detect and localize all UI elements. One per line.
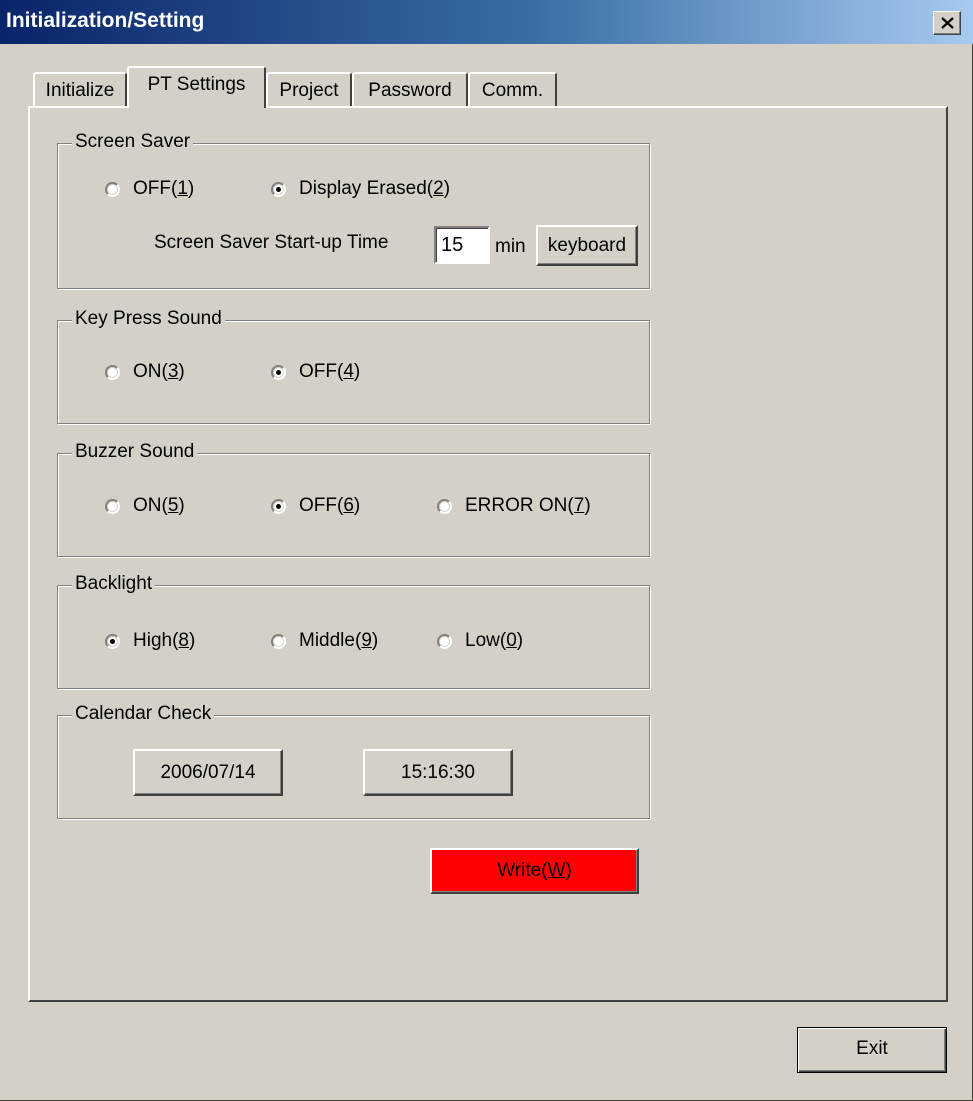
screen-saver-display-erased-radio[interactable]: Display Erased(2) xyxy=(271,178,450,200)
close-button[interactable] xyxy=(933,11,961,35)
date-button[interactable]: 2006/07/14 xyxy=(133,749,283,796)
buzzer-sound-error-on-radio[interactable]: ERROR ON(7) xyxy=(437,495,591,517)
screen-saver-group: Screen Saver OFF(1) Display Erased(2) Sc… xyxy=(57,131,650,289)
tab-pt-settings[interactable]: PT Settings xyxy=(127,66,266,108)
startup-time-unit: min xyxy=(495,236,526,257)
close-icon xyxy=(941,17,954,29)
radio-icon xyxy=(105,364,120,380)
group-label: Key Press Sound xyxy=(72,308,225,330)
backlight-high-radio[interactable]: High(8) xyxy=(105,630,195,652)
initialization-setting-window: Initialization/Setting Initialize PT Set… xyxy=(0,0,973,1101)
group-label: Backlight xyxy=(72,573,156,595)
radio-selected-icon xyxy=(271,364,286,380)
radio-icon xyxy=(437,498,452,514)
screen-saver-off-radio[interactable]: OFF(1) xyxy=(105,178,194,200)
exit-button[interactable]: Exit xyxy=(797,1027,947,1073)
calendar-check-group: Calendar Check 2006/07/14 15:16:30 xyxy=(57,703,650,819)
key-press-sound-on-radio[interactable]: ON(3) xyxy=(105,361,185,383)
title-bar[interactable]: Initialization/Setting xyxy=(0,0,973,44)
buzzer-sound-off-radio[interactable]: OFF(6) xyxy=(271,495,360,517)
radio-selected-icon xyxy=(105,633,120,649)
buzzer-sound-group: Buzzer Sound ON(5) OFF(6) ERROR ON(7) xyxy=(57,441,650,557)
group-label: Screen Saver xyxy=(72,131,194,153)
tab-password[interactable]: Password xyxy=(352,72,468,108)
backlight-group: Backlight High(8) Middle(9) Low(0) xyxy=(57,573,650,689)
write-button[interactable]: Write(W) xyxy=(430,848,639,894)
time-button[interactable]: 15:16:30 xyxy=(363,749,513,796)
backlight-low-radio[interactable]: Low(0) xyxy=(437,630,523,652)
radio-selected-icon xyxy=(271,498,286,514)
backlight-middle-radio[interactable]: Middle(9) xyxy=(271,630,378,652)
key-press-sound-off-radio[interactable]: OFF(4) xyxy=(271,361,360,383)
radio-icon xyxy=(271,633,286,649)
tab-project[interactable]: Project xyxy=(266,72,352,108)
tab-initialize[interactable]: Initialize xyxy=(33,72,127,108)
buzzer-sound-on-radio[interactable]: ON(5) xyxy=(105,495,185,517)
group-label: Buzzer Sound xyxy=(72,441,198,463)
tab-comm[interactable]: Comm. xyxy=(468,72,557,108)
radio-icon xyxy=(105,498,120,514)
window-title: Initialization/Setting xyxy=(6,9,205,32)
startup-time-label: Screen Saver Start-up Time xyxy=(154,232,389,253)
group-label: Calendar Check xyxy=(72,703,215,725)
radio-icon xyxy=(105,181,120,197)
keyboard-button[interactable]: keyboard xyxy=(536,225,638,266)
startup-time-input[interactable] xyxy=(434,226,490,264)
key-press-sound-group: Key Press Sound ON(3) OFF(4) xyxy=(57,308,650,424)
radio-selected-icon xyxy=(271,181,286,197)
radio-icon xyxy=(437,633,452,649)
